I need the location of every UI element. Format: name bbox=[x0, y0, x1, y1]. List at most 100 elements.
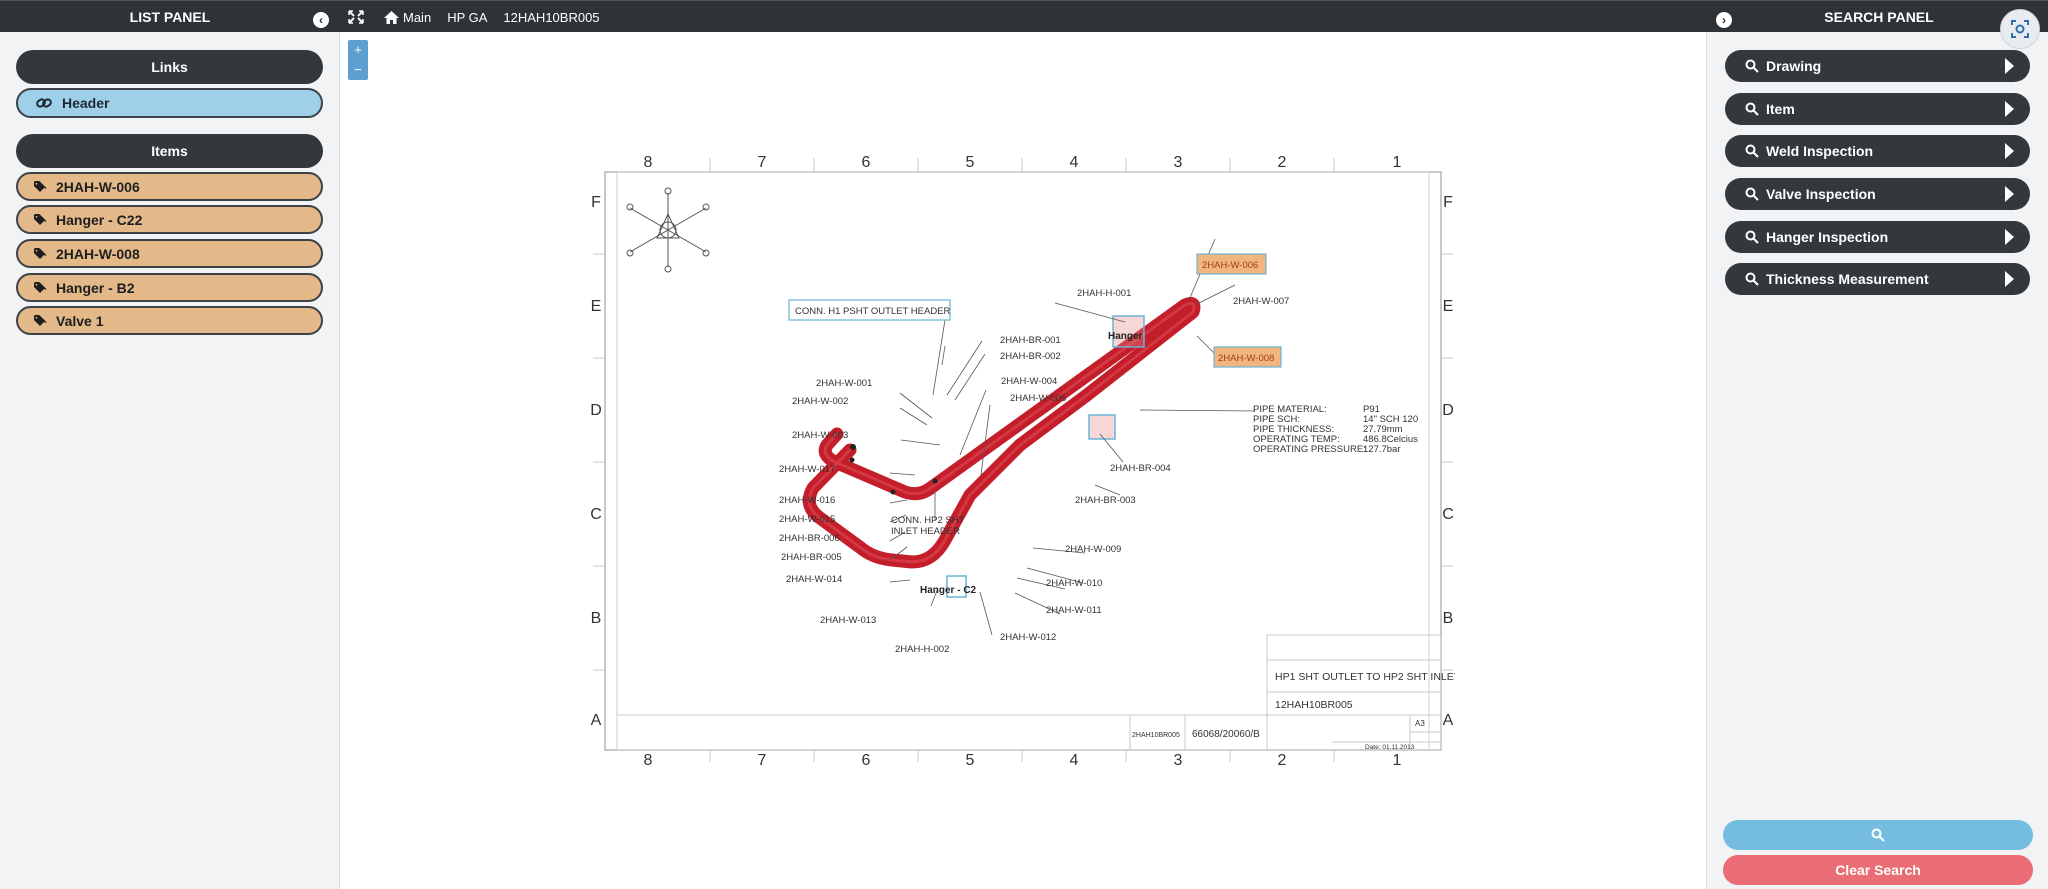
label-w016: 2HAH-W-016 bbox=[779, 495, 835, 506]
col-number: 7 bbox=[758, 154, 767, 171]
magnifier-icon bbox=[1745, 272, 1759, 286]
label-br006: 2HAH-BR-006 bbox=[779, 533, 840, 544]
clear-search-button[interactable]: Clear Search bbox=[1723, 855, 2033, 885]
tag-icon bbox=[34, 213, 47, 225]
label-hanger-c2: Hanger - C2 bbox=[920, 585, 977, 596]
magnifier-icon bbox=[1745, 230, 1759, 244]
search-hanger-inspection-button[interactable]: Hanger Inspection bbox=[1725, 221, 2030, 253]
search-button[interactable] bbox=[1723, 820, 2033, 850]
screenshot-icon[interactable] bbox=[2000, 9, 2040, 49]
list-item[interactable]: Hanger - B2 bbox=[16, 273, 323, 302]
zoom-in-button[interactable]: + bbox=[348, 40, 368, 60]
expand-arrow-icon bbox=[2005, 229, 2014, 245]
fit-screen-icon[interactable] bbox=[348, 10, 368, 24]
list-item[interactable]: Hanger - C22 bbox=[16, 205, 323, 234]
link-icon bbox=[36, 98, 52, 108]
label-w008: 2HAH-W-008 bbox=[1218, 353, 1274, 364]
row-letter: A bbox=[591, 712, 602, 729]
label-h002: 2HAH-H-002 bbox=[895, 644, 949, 655]
col-number: 7 bbox=[758, 752, 767, 769]
col-number: 6 bbox=[862, 154, 871, 171]
items-header[interactable]: Items bbox=[16, 134, 323, 168]
col-number: 2 bbox=[1278, 154, 1287, 171]
label-w012: 2HAH-W-012 bbox=[1000, 632, 1056, 643]
magnifier-icon bbox=[1871, 828, 1885, 842]
col-number: 8 bbox=[644, 752, 653, 769]
breadcrumb-main[interactable]: Main bbox=[384, 10, 431, 25]
weld-highlight[interactable] bbox=[1088, 414, 1116, 440]
label-w011: 2HAH-W-011 bbox=[1046, 605, 1102, 616]
search-item-button[interactable]: Item bbox=[1725, 93, 2030, 125]
search-thickness-measurement-button[interactable]: Thickness Measurement bbox=[1725, 263, 2030, 295]
expand-arrow-icon bbox=[2005, 143, 2014, 159]
label-w009: 2HAH-W-009 bbox=[1065, 544, 1121, 555]
label-w015: 2HAH-W-015 bbox=[779, 514, 835, 525]
label-h001: 2HAH-H-001 bbox=[1077, 288, 1131, 299]
label-w003: 2HAH-W-003 bbox=[792, 430, 848, 441]
list-panel: Links Header Items 2HAH-W-006 Hanger - C… bbox=[0, 32, 340, 889]
label-w006: 2HAH-W-006 bbox=[1202, 260, 1258, 271]
title-block-ref2: 66068/20060/B bbox=[1192, 729, 1260, 740]
label-w013: 2HAH-W-013 bbox=[820, 615, 876, 626]
label-w001: 2HAH-W-001 bbox=[816, 378, 872, 389]
col-number: 8 bbox=[644, 154, 653, 171]
magnifier-icon bbox=[1745, 144, 1759, 158]
spec-key: OPERATING PRESSURE: bbox=[1253, 444, 1366, 455]
zoom-control: + − bbox=[348, 40, 368, 80]
link-item-header[interactable]: Header bbox=[16, 88, 323, 118]
magnifier-icon bbox=[1745, 102, 1759, 116]
row-letter: E bbox=[1443, 298, 1454, 315]
drawing-viewer[interactable]: 8 7 6 5 4 3 2 1 8 7 6 5 4 3 2 1 F E D C … bbox=[575, 150, 1461, 770]
row-letter: F bbox=[1443, 194, 1453, 211]
search-valve-inspection-button[interactable]: Valve Inspection bbox=[1725, 178, 2030, 210]
zoom-out-button[interactable]: − bbox=[348, 60, 368, 80]
breadcrumb: Main HP GA 12HAH10BR005 bbox=[348, 1, 616, 33]
label-w010: 2HAH-W-010 bbox=[1046, 578, 1102, 589]
label-br001: 2HAH-BR-001 bbox=[1000, 335, 1061, 346]
label-w014: 2HAH-W-014 bbox=[786, 574, 842, 585]
col-number: 5 bbox=[966, 752, 975, 769]
expand-arrow-icon bbox=[2005, 58, 2014, 74]
col-number: 5 bbox=[966, 154, 975, 171]
expand-arrow-icon bbox=[2005, 186, 2014, 202]
col-number: 1 bbox=[1393, 154, 1402, 171]
title-block-date: Date: 01.11.2013 bbox=[1365, 744, 1415, 751]
title-block-title: HP1 SHT OUTLET TO HP2 SHT INLET bbox=[1275, 671, 1455, 683]
list-item[interactable]: 2HAH-W-006 bbox=[16, 172, 323, 201]
label-br005: 2HAH-BR-005 bbox=[781, 552, 842, 563]
label-br002: 2HAH-BR-002 bbox=[1000, 351, 1061, 362]
row-letter: E bbox=[591, 298, 602, 315]
search-weld-inspection-button[interactable]: Weld Inspection bbox=[1725, 135, 2030, 167]
title-block-drawing-no: 12HAH10BR005 bbox=[1275, 699, 1353, 711]
expand-arrow-icon bbox=[2005, 271, 2014, 287]
list-item[interactable]: 2HAH-W-008 bbox=[16, 239, 323, 268]
search-drawing-button[interactable]: Drawing bbox=[1725, 50, 2030, 82]
label-w005: 2HAH-W-005 bbox=[1010, 393, 1066, 404]
col-number: 3 bbox=[1174, 154, 1183, 171]
links-header[interactable]: Links bbox=[16, 50, 323, 84]
col-number: 1 bbox=[1393, 752, 1402, 769]
home-icon bbox=[384, 10, 399, 24]
drawing-sheet: 8 7 6 5 4 3 2 1 8 7 6 5 4 3 2 1 F E D C … bbox=[590, 154, 1461, 769]
col-number: 6 bbox=[862, 752, 871, 769]
search-panel: Drawing Item Weld Inspection Valve Inspe… bbox=[1706, 32, 2048, 889]
breadcrumb-hp-ga[interactable]: HP GA bbox=[447, 10, 487, 25]
tag-icon bbox=[34, 281, 47, 293]
search-panel-title: SEARCH PANEL bbox=[1824, 9, 1934, 25]
col-number: 4 bbox=[1070, 154, 1079, 171]
row-letter: C bbox=[590, 506, 602, 523]
row-letter: B bbox=[1443, 610, 1454, 627]
list-panel-title: LIST PANEL bbox=[129, 9, 211, 25]
row-letter: F bbox=[591, 194, 601, 211]
label-conn-hp2: CONN. HP2 SHT bbox=[891, 515, 965, 526]
tag-icon bbox=[34, 314, 47, 326]
chevron-left-icon[interactable]: ‹ bbox=[313, 12, 329, 28]
label-w002: 2HAH-W-002 bbox=[792, 396, 848, 407]
tag-icon bbox=[34, 247, 47, 259]
label-conn-h1: CONN. H1 PSHT OUTLET HEADER bbox=[795, 306, 951, 317]
label-br004: 2HAH-BR-004 bbox=[1110, 463, 1171, 474]
breadcrumb-drawing[interactable]: 12HAH10BR005 bbox=[503, 10, 599, 25]
row-letter: C bbox=[1442, 506, 1454, 523]
title-block-size: A3 bbox=[1415, 719, 1425, 728]
list-item[interactable]: Valve 1 bbox=[16, 306, 323, 335]
